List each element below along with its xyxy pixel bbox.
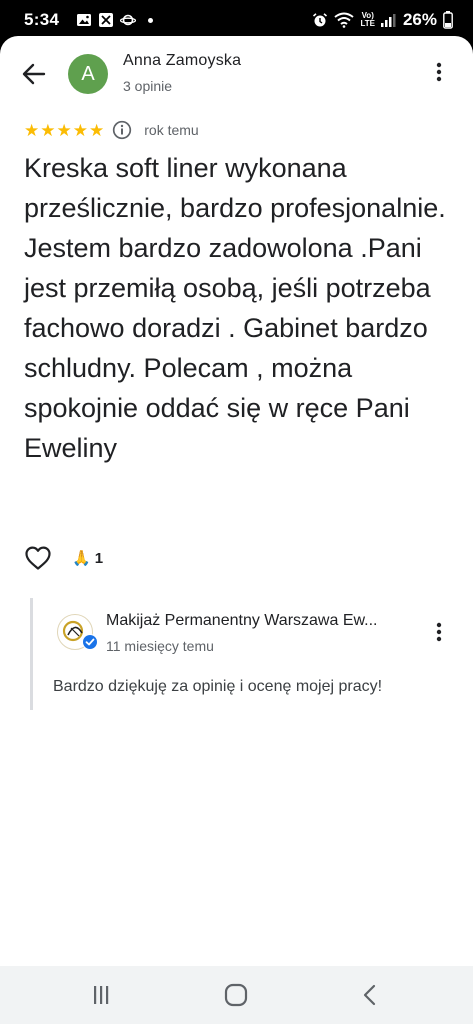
system-icons: Vo) LTE 26% [312,10,453,30]
reactions-row: 🙏 1 [24,542,103,574]
gallery-notification-icon [77,14,91,26]
star-icon: ★ [40,120,56,140]
signal-icon [380,14,396,27]
alarm-icon [313,13,328,27]
star-icon: ★ [72,120,88,140]
notification-icons [76,12,153,28]
volte-indicator: Vo) LTE [360,12,375,28]
reviewer-name[interactable]: Anna Zamoyska [123,52,241,70]
reply-more-options-icon[interactable] [431,620,447,644]
more-notifications-dot [148,17,153,23]
battery-percent: 26% [402,10,437,29]
status-bar: 5:34 Vo) LTE 26% [0,0,473,40]
battery-icon [443,11,453,29]
reviewer-avatar[interactable]: A [68,54,108,94]
praying-hands-icon[interactable]: 🙏 [72,551,91,566]
reaction-count: 1 [94,549,104,567]
star-icon: ★ [89,120,105,140]
home-icon[interactable] [223,983,249,1007]
review-screen: A Anna Zamoyska 3 opinie ★ ★ ★ ★ ★ rok temu … [0,36,473,966]
verified-badge-icon [82,634,98,650]
more-options-icon[interactable] [431,60,447,84]
owner-name[interactable]: Makijaż Permanentny Warszawa Ew... [106,612,406,630]
wifi-icon [334,12,355,28]
review-text: Kreska soft liner wykonana prześlicznie,… [24,153,446,463]
star-icon: ★ [56,120,72,140]
reply-date: 11 miesięcy temu [106,638,214,654]
recent-apps-icon[interactable] [88,984,114,1006]
back-nav-icon[interactable] [358,983,382,1007]
like-heart-icon[interactable] [24,545,52,571]
reply-text: Bardzo dziękuję za opinię i ocenę mojej … [53,678,383,695]
back-arrow-icon[interactable] [20,60,48,88]
navigation-bar [0,966,473,1024]
star-rating: ★ ★ ★ ★ ★ [24,122,104,139]
app-notification-icon [99,13,113,27]
owner-reply: Makijaż Permanentny Warszawa Ew... 11 mi… [30,598,453,710]
status-time: 5:34 [24,10,60,29]
star-icon: ★ [24,120,40,140]
info-icon[interactable] [112,120,132,140]
rating-row: ★ ★ ★ ★ ★ rok temu [24,118,199,142]
lte-label: LTE [360,19,375,28]
reviewer-review-count: 3 opinie [123,78,173,94]
review-header: A Anna Zamoyska 3 opinie [0,36,473,116]
review-date: rok temu [144,122,199,138]
planet-notification-icon [120,14,136,26]
